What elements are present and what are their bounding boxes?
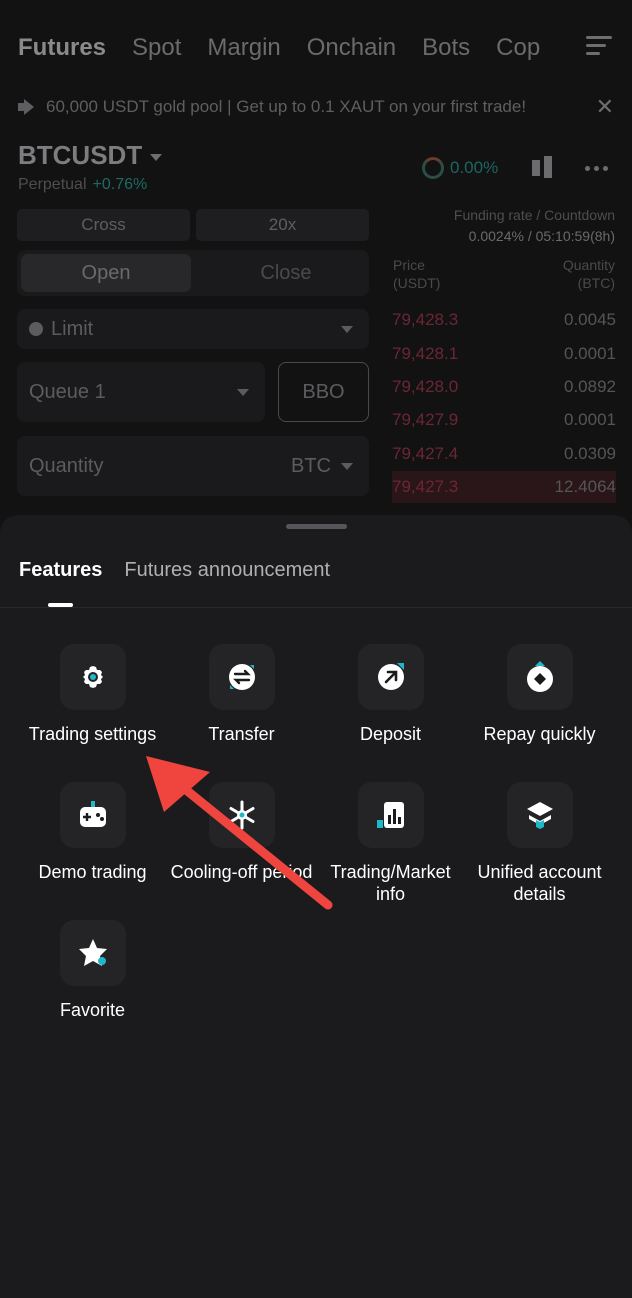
- feature-label: Trading settings: [28, 724, 157, 744]
- quantity-placeholder: Quantity: [29, 454, 104, 477]
- promo-banner[interactable]: 60,000 USDT gold pool | Get up to 0.1 XA…: [18, 94, 614, 120]
- feature-label: Favorite: [59, 1000, 126, 1020]
- orderbook-price: 79,428.0: [392, 377, 459, 396]
- queue-select[interactable]: Queue 1: [17, 362, 265, 422]
- contract-info: Perpetual +0.76%: [18, 176, 147, 194]
- orderbook-row[interactable]: 79,428.3 0.0045: [392, 304, 616, 336]
- open-tab[interactable]: Open: [21, 254, 191, 292]
- annotation-arrow: [146, 756, 333, 910]
- layers-icon: [506, 782, 573, 848]
- order-type-value: Limit: [51, 317, 94, 340]
- feature-label: Transfer: [208, 724, 275, 744]
- gauge-icon[interactable]: [422, 157, 444, 179]
- feature-label: Unified account details: [477, 862, 602, 904]
- feature-unified-account-details[interactable]: Unified account details: [465, 782, 614, 905]
- chevron-down-icon: [150, 153, 163, 161]
- tab-futures-announcement[interactable]: Futures announcement: [124, 559, 330, 582]
- orderbook-qty-header: Quantity (BTC): [562, 257, 615, 291]
- contract-type: Perpetual: [18, 176, 87, 193]
- feature-label: Repay quickly: [483, 724, 596, 744]
- feature-label: Deposit: [359, 724, 422, 744]
- pair-name: BTCUSDT: [18, 140, 143, 170]
- orderbook-row[interactable]: 79,427.4 0.0309: [392, 438, 616, 470]
- orderbook-row[interactable]: 79,428.1 0.0001: [392, 338, 616, 370]
- orderbook-qty: 12.4064: [554, 477, 616, 496]
- sheet-tabs: Features Futures announcement: [19, 559, 330, 582]
- orderbook-qty: 0.0001: [564, 344, 616, 363]
- divider: [0, 607, 632, 608]
- leverage-button[interactable]: 20x: [196, 209, 369, 241]
- orderbook-price: 79,428.1: [392, 344, 459, 363]
- deposit-icon: [357, 644, 424, 710]
- orderbook-price: 79,427.9: [392, 410, 459, 429]
- transfer-icon: [208, 644, 275, 710]
- menu-icon[interactable]: [586, 36, 612, 58]
- sheet-drag-handle[interactable]: [286, 524, 347, 529]
- orderbook-qty: 0.0001: [564, 410, 616, 429]
- promo-banner-text: 60,000 USDT gold pool | Get up to 0.1 XA…: [46, 97, 527, 116]
- top-navigation: Futures Spot Margin Onchain Bots Cop: [18, 30, 632, 66]
- open-close-toggle: Open Close: [17, 250, 369, 296]
- pair-selector[interactable]: BTCUSDT: [18, 140, 163, 171]
- orderbook-row[interactable]: 79,427.3 12.4064: [392, 471, 616, 503]
- funding-label: Funding rate / Countdown: [453, 207, 615, 223]
- nav-futures[interactable]: Futures: [18, 34, 106, 62]
- bbo-button[interactable]: BBO: [278, 362, 369, 422]
- gauge-value: 0.00%: [450, 158, 499, 177]
- more-icon[interactable]: [585, 166, 608, 171]
- chevron-down-icon: [237, 388, 249, 396]
- nav-margin[interactable]: Margin: [207, 34, 280, 62]
- quantity-input[interactable]: Quantity BTC: [17, 436, 369, 496]
- feature-transfer[interactable]: Transfer: [167, 644, 316, 745]
- funding-value: 0.0024% / 05:10:59(8h): [468, 228, 615, 244]
- gear-icon: [59, 644, 126, 710]
- feature-repay-quickly[interactable]: Repay quickly: [465, 644, 614, 745]
- info-icon: [29, 322, 43, 336]
- orderbook-row[interactable]: 79,428.0 0.0892: [392, 371, 616, 403]
- nav-onchain[interactable]: Onchain: [307, 34, 396, 62]
- candlestick-icon[interactable]: [530, 156, 554, 182]
- chevron-down-icon: [341, 325, 353, 333]
- orderbook-price-header: Price (USDT): [393, 257, 441, 291]
- close-tab[interactable]: Close: [207, 254, 365, 292]
- trading-screen-background: Futures Spot Margin Onchain Bots Cop 60,…: [0, 0, 632, 530]
- orderbook-price: 79,427.3: [392, 477, 459, 496]
- feature-deposit[interactable]: Deposit: [316, 644, 465, 745]
- chevron-down-icon: [341, 462, 353, 470]
- chart-icon: [357, 782, 424, 848]
- nav-copy[interactable]: Cop: [496, 34, 540, 62]
- price-change: +0.76%: [92, 176, 148, 193]
- orderbook-qty: 0.0309: [564, 444, 616, 463]
- queue-value: Queue 1: [29, 380, 106, 403]
- orderbook-price: 79,428.3: [392, 310, 459, 329]
- quantity-unit: BTC: [291, 454, 331, 477]
- star-icon: [59, 920, 126, 986]
- nav-bots[interactable]: Bots: [422, 34, 470, 62]
- megaphone-icon: [18, 99, 38, 115]
- orderbook-price: 79,427.4: [392, 444, 459, 463]
- feature-favorite[interactable]: Favorite: [18, 920, 167, 1021]
- orderbook-row[interactable]: 79,427.9 0.0001: [392, 404, 616, 436]
- tab-features[interactable]: Features: [19, 559, 102, 582]
- feature-trading-settings[interactable]: Trading settings: [18, 644, 167, 745]
- gamepad-icon: [59, 782, 126, 848]
- margin-mode-button[interactable]: Cross: [17, 209, 190, 241]
- order-type-select[interactable]: Limit: [17, 309, 369, 349]
- orderbook-qty: 0.0045: [564, 310, 616, 329]
- close-icon[interactable]: ✕: [596, 94, 614, 120]
- nav-spot[interactable]: Spot: [132, 34, 181, 62]
- orderbook-qty: 0.0892: [564, 377, 616, 396]
- repay-icon: [506, 644, 573, 710]
